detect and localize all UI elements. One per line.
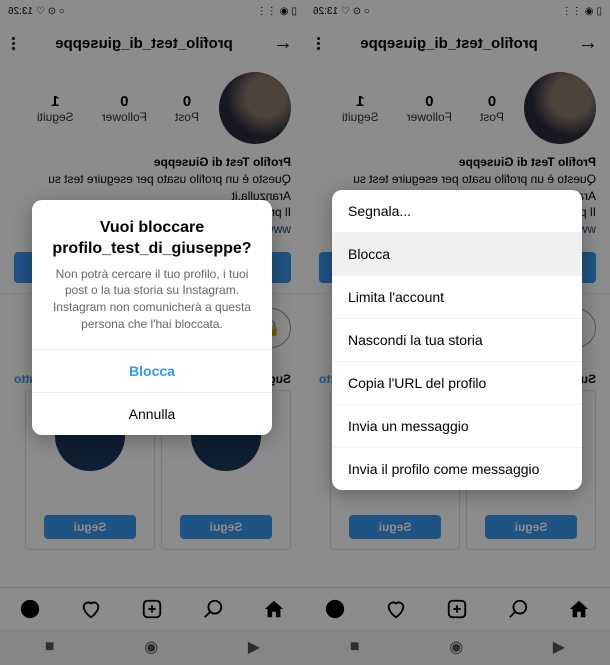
dialog-body: Non potrà cercare il tuo profilo, i tuoi… <box>33 266 273 349</box>
menu-item-copy-url[interactable]: Copia l'URL del profilo <box>333 362 583 405</box>
menu-item-send-message[interactable]: Invia un messaggio <box>333 405 583 448</box>
menu-item-send-profile[interactable]: Invia il profilo come messaggio <box>333 448 583 490</box>
menu-item-block[interactable]: Blocca <box>333 233 583 276</box>
phone-left: ▯◉⋮⋮ ○ ⊙ ♡13:26 ← profilo_test_di_giusep… <box>0 0 305 665</box>
menu-item-restrict[interactable]: Limita l'account <box>333 276 583 319</box>
menu-item-report[interactable]: Segnala... <box>333 190 583 233</box>
dialog-cancel-button[interactable]: Annulla <box>33 392 273 435</box>
menu-item-hide-story[interactable]: Nascondi la tua storia <box>333 319 583 362</box>
dialog-title: Vuoi bloccareprofilo_test_di_giuseppe? <box>33 200 273 266</box>
phone-right: ▯◉⋮⋮ ○ ⊙ ♡13:26 ← profilo_test_di_giusep… <box>305 0 610 665</box>
profile-action-menu: Segnala... Blocca Limita l'account Nasco… <box>333 190 583 490</box>
block-confirm-dialog: Vuoi bloccareprofilo_test_di_giuseppe? N… <box>33 200 273 435</box>
dialog-confirm-button[interactable]: Blocca <box>33 349 273 392</box>
